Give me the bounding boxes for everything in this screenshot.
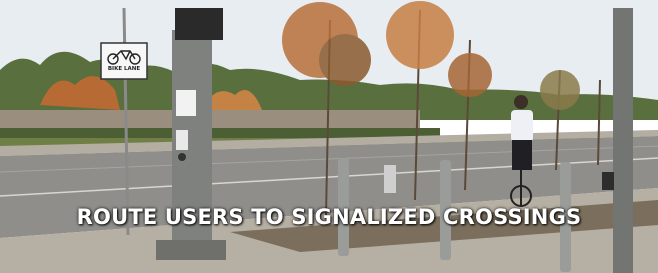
right-pole <box>613 8 633 273</box>
signal-head <box>175 8 223 40</box>
right-pole-button <box>602 172 614 190</box>
bike-lane-sign-text: BIKE LANE <box>107 66 141 72</box>
pole-base <box>156 240 226 260</box>
street-scene-graphic <box>0 0 658 273</box>
fire-hydrant <box>384 165 396 193</box>
photo-caption: ROUTE USERS TO SIGNALIZED CROSSINGS <box>76 205 582 229</box>
street-photo: BIKE LANE ROUTE USERS TO SIGNALIZED CROS… <box>0 0 658 273</box>
pole-sticker <box>176 90 196 116</box>
ped-button-knob <box>178 153 186 161</box>
cyclist <box>510 95 533 207</box>
ped-button <box>176 130 188 150</box>
